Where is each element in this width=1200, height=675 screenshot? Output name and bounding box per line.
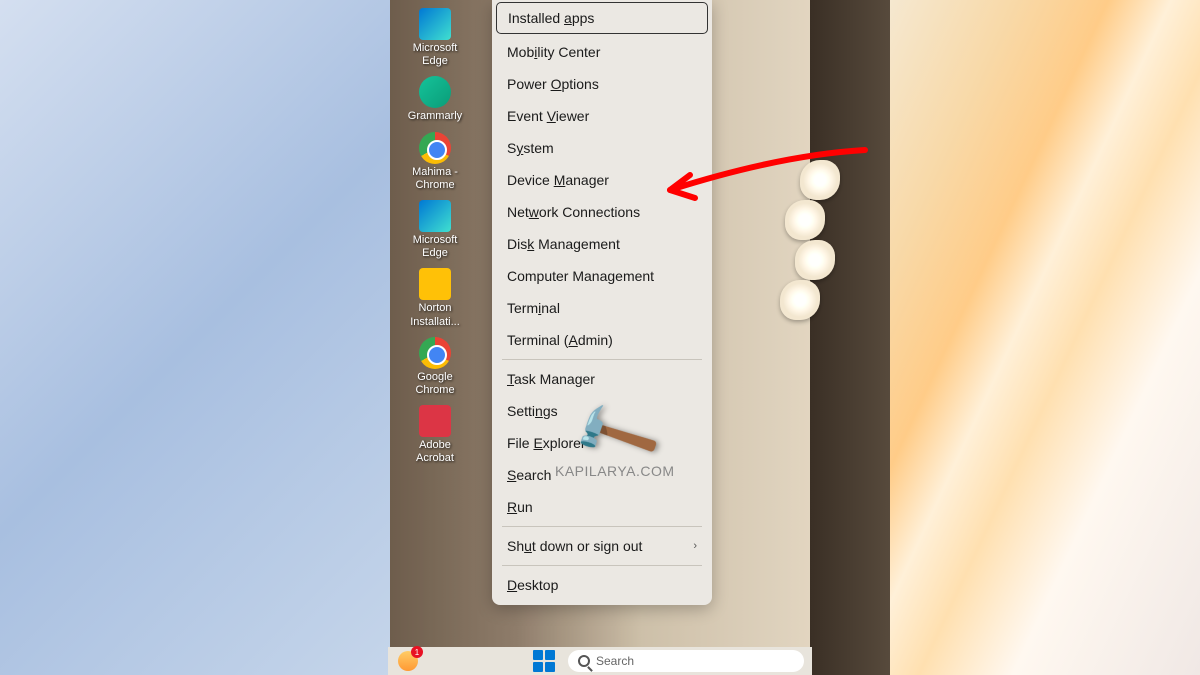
menu-item-terminal-admin-[interactable]: Terminal (Admin)	[492, 324, 712, 356]
grammarly-icon	[419, 76, 451, 108]
desktop-icon-label: Google Chrome	[400, 371, 470, 397]
desktop-icon-edge-2[interactable]: Microsoft Edge	[398, 197, 473, 263]
search-icon	[578, 655, 590, 667]
menu-item-label: Shut down or sign out	[507, 538, 642, 554]
taskbar-search[interactable]: Search	[568, 650, 804, 672]
desktop-icon-norton[interactable]: Norton Installati...	[398, 265, 473, 331]
menu-item-label: Task Manager	[507, 371, 595, 387]
menu-separator	[502, 526, 702, 527]
menu-item-label: Desktop	[507, 577, 558, 593]
desktop-icon-label: Grammarly	[408, 110, 462, 123]
taskbar-notification-icon[interactable]: 1	[396, 649, 420, 673]
menu-item-label: Mobility Center	[507, 44, 600, 60]
acrobat-icon	[419, 405, 451, 437]
menu-item-system[interactable]: System	[492, 132, 712, 164]
chevron-right-icon: ›	[693, 540, 697, 552]
menu-separator	[502, 359, 702, 360]
desktop-icon-chrome[interactable]: Google Chrome	[398, 334, 473, 400]
menu-item-file-explorer[interactable]: File Explorer	[492, 427, 712, 459]
desktop-icon-label: Adobe Acrobat	[400, 439, 470, 465]
desktop-icon-label: Microsoft Edge	[400, 234, 470, 260]
desktop-icon-grammarly[interactable]: Grammarly	[398, 73, 473, 126]
desktop-icons-column: Microsoft Edge Grammarly Mahima - Chrome…	[395, 5, 475, 468]
menu-item-label: Terminal	[507, 300, 560, 316]
desktop-icon-label: Mahima - Chrome	[400, 166, 470, 192]
menu-item-mobility-center[interactable]: Mobility Center	[492, 36, 712, 68]
edge-icon	[419, 200, 451, 232]
norton-icon	[419, 268, 451, 300]
menu-item-label: Network Connections	[507, 204, 640, 220]
menu-item-shut-down-or-sign-out[interactable]: Shut down or sign out ›	[492, 530, 712, 562]
taskbar: 1 Search	[388, 647, 812, 675]
menu-item-label: Installed apps	[508, 10, 594, 26]
menu-separator	[502, 565, 702, 566]
menu-item-label: Device Manager	[507, 172, 609, 188]
menu-item-label: Event Viewer	[507, 108, 589, 124]
desktop-icon-acrobat[interactable]: Adobe Acrobat	[398, 402, 473, 468]
menu-item-label: Power Options	[507, 76, 599, 92]
menu-item-network-connections[interactable]: Network Connections	[492, 196, 712, 228]
menu-item-computer-management[interactable]: Computer Management	[492, 260, 712, 292]
menu-item-task-manager[interactable]: Task Manager	[492, 363, 712, 395]
notification-badge: 1	[411, 646, 423, 658]
chrome-icon	[419, 132, 451, 164]
menu-item-event-viewer[interactable]: Event Viewer	[492, 100, 712, 132]
menu-item-label: System	[507, 140, 554, 156]
desktop-icon-edge[interactable]: Microsoft Edge	[398, 5, 473, 71]
menu-item-terminal[interactable]: Terminal	[492, 292, 712, 324]
search-placeholder: Search	[596, 654, 634, 668]
menu-item-label: Run	[507, 499, 533, 515]
menu-item-disk-management[interactable]: Disk Management	[492, 228, 712, 260]
menu-item-run[interactable]: Run	[492, 491, 712, 523]
desktop-icon-chrome-profile[interactable]: Mahima - Chrome	[398, 129, 473, 195]
menu-item-desktop[interactable]: Desktop	[492, 569, 712, 601]
desktop-icon-label: Norton Installati...	[400, 302, 470, 328]
start-button[interactable]	[532, 649, 556, 673]
menu-item-label: Disk Management	[507, 236, 620, 252]
windows-logo-icon	[533, 650, 555, 672]
menu-item-power-options[interactable]: Power Options	[492, 68, 712, 100]
menu-item-device-manager[interactable]: Device Manager	[492, 164, 712, 196]
menu-item-label: Search	[507, 467, 551, 483]
menu-item-search[interactable]: Search	[492, 459, 712, 491]
menu-item-label: Terminal (Admin)	[507, 332, 613, 348]
winx-context-menu: Installed apps Mobility Center Power Optio…	[492, 0, 712, 605]
menu-item-installed-apps[interactable]: Installed apps	[496, 2, 708, 34]
menu-item-settings[interactable]: Settings	[492, 395, 712, 427]
desktop-icon-label: Microsoft Edge	[400, 42, 470, 68]
menu-item-label: Computer Management	[507, 268, 654, 284]
chrome-icon	[419, 337, 451, 369]
menu-item-label: File Explorer	[507, 435, 586, 451]
menu-item-label: Settings	[507, 403, 558, 419]
edge-icon	[419, 8, 451, 40]
